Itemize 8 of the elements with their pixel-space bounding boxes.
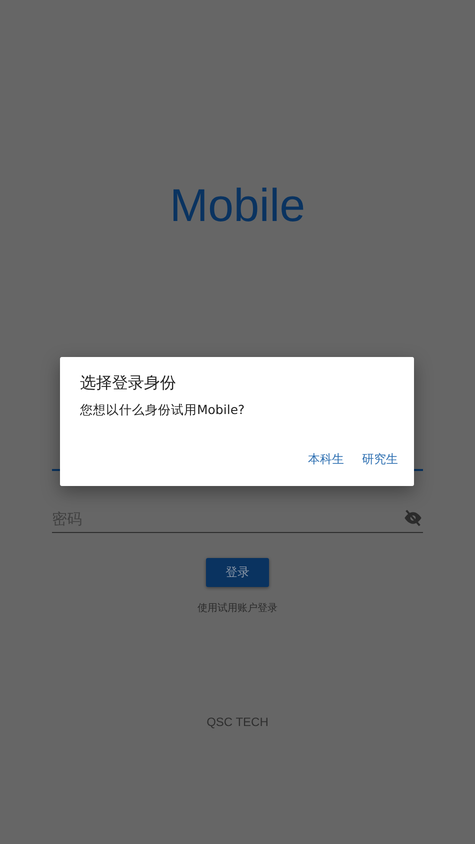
dialog-title: 选择登录身份	[80, 373, 177, 394]
dialog-action-button[interactable]: 研究生	[358, 449, 402, 470]
app-title: Mobile	[170, 178, 306, 233]
footer-text: QSC TECH	[206, 715, 268, 729]
eye-icon[interactable]	[403, 508, 423, 528]
login-button[interactable]: 登录	[206, 558, 269, 587]
dialog-message: 您想以什么身份试用Mobile?	[80, 402, 246, 419]
dialog-action-button[interactable]: 本科生	[304, 449, 348, 470]
